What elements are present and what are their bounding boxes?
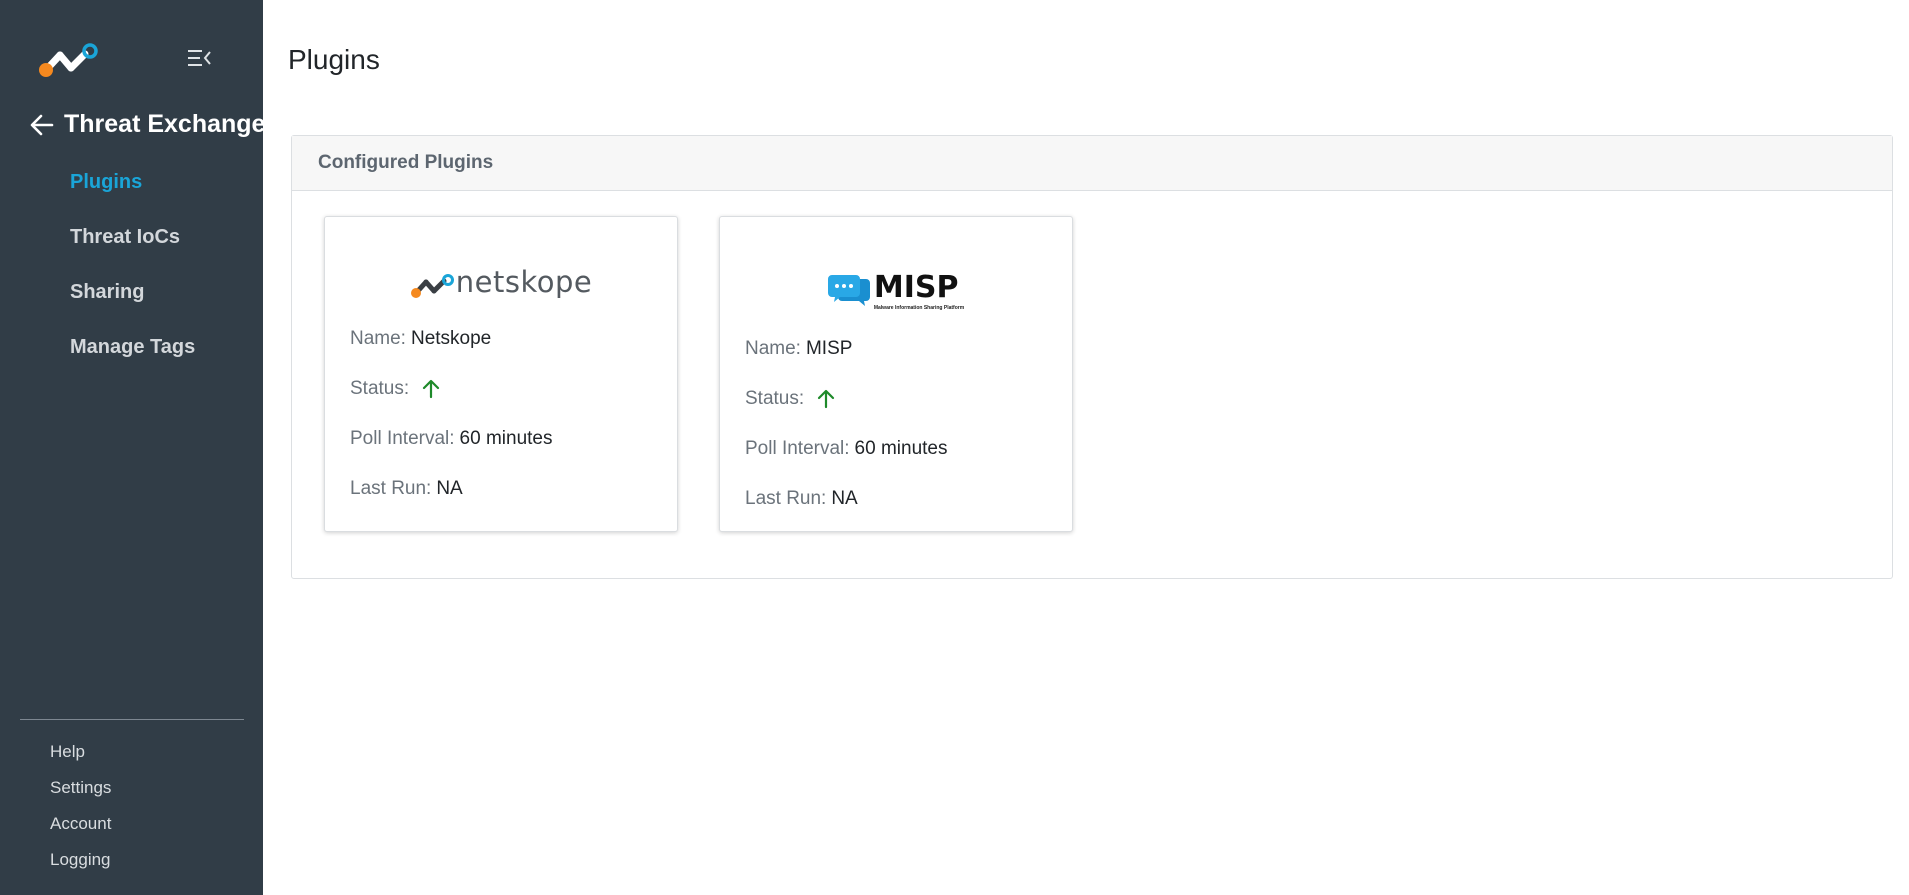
netskope-logo-icon[interactable] xyxy=(38,42,102,78)
misp-logo-text: MISP xyxy=(873,270,959,305)
plugin-name-row: Name: MISP xyxy=(720,324,1072,374)
sidebar-item-sharing[interactable]: Sharing xyxy=(70,281,195,336)
back-to-threat-exchange[interactable]: Threat Exchange xyxy=(30,110,265,139)
sidebar-divider xyxy=(20,719,244,720)
arrow-left-icon xyxy=(30,114,54,135)
plugin-name: MISP xyxy=(805,338,853,359)
sidebar-nav: Plugins Threat IoCs Sharing Manage Tags xyxy=(70,171,195,391)
poll-interval-label: Poll Interval: xyxy=(350,428,455,449)
plugin-last-run-row: Last Run: NA xyxy=(325,464,677,514)
configured-plugins-panel: Configured Plugins netskope Name: Netsko… xyxy=(291,135,1893,579)
sidebar-item-account[interactable]: Account xyxy=(50,814,111,850)
status-label: Status: xyxy=(745,388,805,409)
sidebar-item-help[interactable]: Help xyxy=(50,742,111,778)
misp-logo-subtext: Malware Information Sharing Platform xyxy=(873,305,965,311)
plugin-status-row: Status: xyxy=(720,374,1072,424)
last-run-value: NA xyxy=(831,488,858,509)
last-run-value: NA xyxy=(436,478,463,499)
panel-title: Configured Plugins xyxy=(292,136,1892,191)
arrow-up-icon xyxy=(817,389,835,409)
plugin-poll-interval-row: Poll Interval: 60 minutes xyxy=(325,414,677,464)
sidebar-item-settings[interactable]: Settings xyxy=(50,778,111,814)
sidebar-item-threat-iocs[interactable]: Threat IoCs xyxy=(70,226,195,281)
plugin-name: Netskope xyxy=(410,328,492,349)
plugin-name-row: Name: Netskope xyxy=(325,314,677,364)
arrow-up-icon xyxy=(422,379,440,399)
sidebar-item-plugins[interactable]: Plugins xyxy=(70,171,195,226)
collapse-sidebar-icon[interactable] xyxy=(186,48,212,68)
plugin-card-netskope[interactable]: netskope Name: Netskope Status: Poll Int… xyxy=(324,216,678,532)
sidebar-item-manage-tags[interactable]: Manage Tags xyxy=(70,336,195,391)
sidebar-item-logging[interactable]: Logging xyxy=(50,850,111,886)
netskope-plugin-logo: netskope xyxy=(325,217,677,299)
netskope-logo-text: netskope xyxy=(455,265,593,299)
page-title: Plugins xyxy=(288,44,380,75)
misp-plugin-logo: MISP Malware Information Sharing Platfor… xyxy=(720,217,1072,311)
plugin-poll-interval-row: Poll Interval: 60 minutes xyxy=(720,424,1072,474)
sidebar-bottom-nav: Help Settings Account Logging xyxy=(50,742,111,886)
section-title: Threat Exchange xyxy=(64,110,266,138)
plugin-card-misp[interactable]: MISP Malware Information Sharing Platfor… xyxy=(719,216,1073,532)
poll-interval-value: 60 minutes xyxy=(459,428,553,449)
plugin-status-row: Status: xyxy=(325,364,677,414)
last-run-label: Last Run: xyxy=(350,478,432,499)
name-label: Name: xyxy=(745,338,801,359)
plugin-last-run-row: Last Run: NA xyxy=(720,474,1072,524)
poll-interval-value: 60 minutes xyxy=(854,438,948,459)
chat-bubbles-icon xyxy=(827,275,870,306)
netskope-logo-icon xyxy=(410,274,454,298)
poll-interval-label: Poll Interval: xyxy=(745,438,850,459)
name-label: Name: xyxy=(350,328,406,349)
last-run-label: Last Run: xyxy=(745,488,827,509)
sidebar: Threat Exchange Plugins Threat IoCs Shar… xyxy=(0,0,265,895)
status-label: Status: xyxy=(350,378,410,399)
